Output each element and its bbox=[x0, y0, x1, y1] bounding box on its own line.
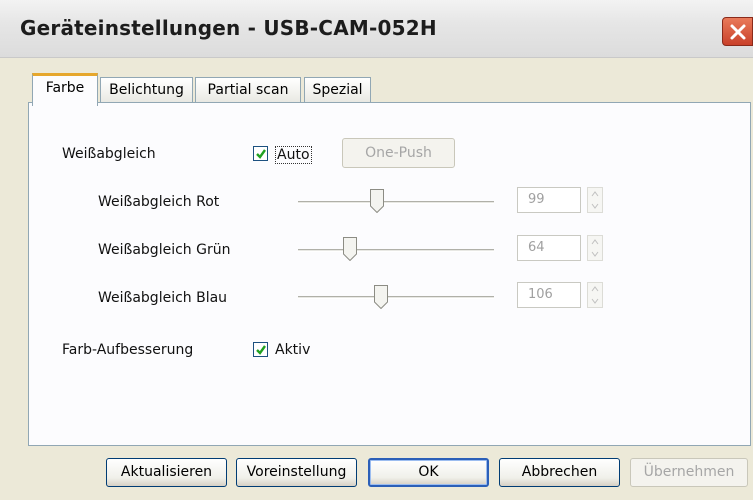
spinner-green[interactable] bbox=[587, 235, 603, 261]
checkmark-icon bbox=[256, 345, 266, 355]
tab-farbe[interactable]: Farbe bbox=[32, 73, 98, 106]
auto-label[interactable]: Auto bbox=[275, 146, 312, 164]
active-label[interactable]: Aktiv bbox=[275, 342, 310, 358]
apply-button[interactable]: Übernehmen bbox=[630, 458, 748, 487]
refresh-button[interactable]: Aktualisieren bbox=[106, 458, 227, 487]
close-button[interactable] bbox=[722, 17, 753, 46]
spinner-red[interactable] bbox=[587, 187, 603, 213]
cancel-button[interactable]: Abbrechen bbox=[499, 458, 620, 487]
value-input-green[interactable]: 64 bbox=[517, 235, 581, 261]
slider-track-blue[interactable] bbox=[298, 296, 494, 299]
close-icon bbox=[730, 24, 746, 40]
window-title: Geräteinstellungen - USB-CAM-052H bbox=[20, 16, 437, 40]
slider-thumb-green[interactable] bbox=[343, 237, 357, 261]
auto-checkbox[interactable] bbox=[253, 146, 268, 161]
tab-belichtung[interactable]: Belichtung bbox=[100, 77, 193, 104]
tab-spezial[interactable]: Spezial bbox=[304, 77, 371, 104]
ok-button[interactable]: OK bbox=[368, 458, 489, 487]
slider-label-blue: Weißabgleich Blau bbox=[98, 290, 228, 306]
spinner-blue[interactable] bbox=[587, 282, 603, 308]
slider-track-red[interactable] bbox=[298, 201, 494, 204]
white-balance-label: Weißabgleich bbox=[62, 146, 156, 162]
active-checkbox[interactable] bbox=[253, 342, 268, 357]
slider-thumb-red[interactable] bbox=[370, 189, 384, 213]
title-bar: Geräteinstellungen - USB-CAM-052H bbox=[0, 0, 753, 58]
tab-partial-scan[interactable]: Partial scan bbox=[195, 77, 301, 104]
slider-thumb-blue[interactable] bbox=[374, 285, 388, 309]
value-input-red[interactable]: 99 bbox=[517, 187, 581, 213]
slider-track-green[interactable] bbox=[298, 249, 494, 252]
defaults-button[interactable]: Voreinstellung bbox=[236, 458, 357, 487]
slider-label-red: Weißabgleich Rot bbox=[98, 194, 220, 210]
slider-label-green: Weißabgleich Grün bbox=[98, 242, 231, 258]
one-push-button[interactable]: One-Push bbox=[342, 138, 455, 168]
value-input-blue[interactable]: 106 bbox=[517, 282, 581, 308]
checkmark-icon bbox=[256, 149, 266, 159]
color-enhancement-label: Farb-Aufbesserung bbox=[62, 342, 194, 358]
